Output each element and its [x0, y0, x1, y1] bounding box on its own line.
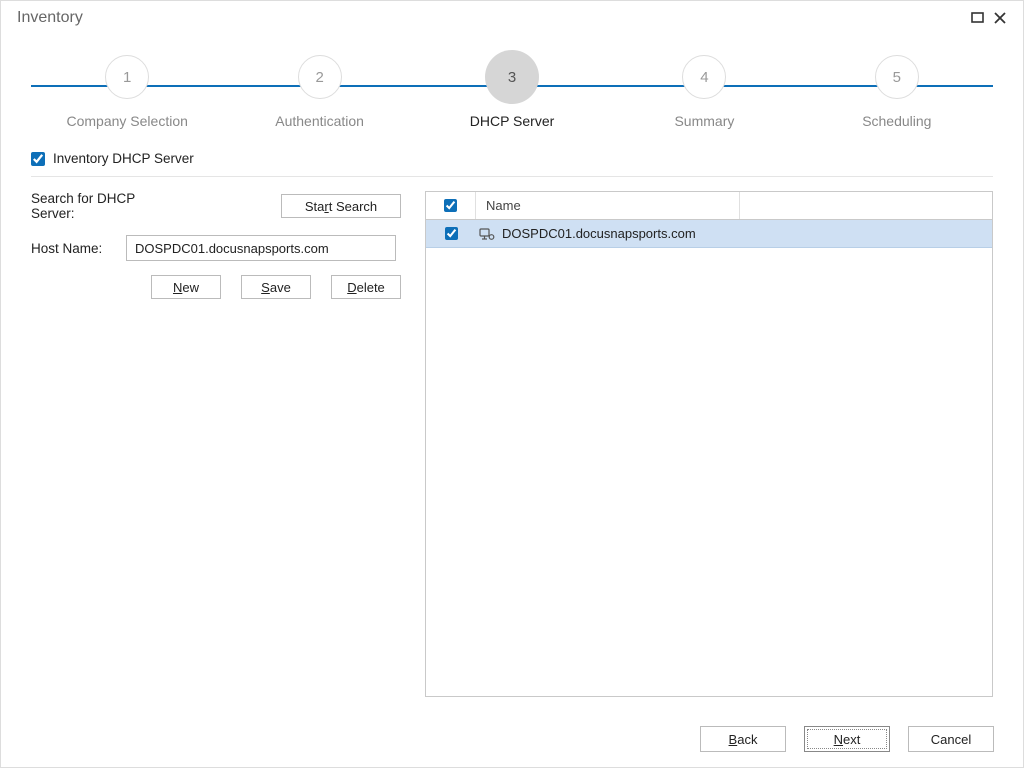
row-name: DOSPDC01.docusnapsports.com	[498, 226, 992, 241]
footer-buttons: Back Next Cancel	[700, 726, 994, 752]
table-header: Name	[426, 192, 992, 220]
hostname-input[interactable]	[126, 235, 396, 261]
step-label: Company Selection	[67, 113, 188, 129]
step-label: Authentication	[275, 113, 364, 129]
step-label: DHCP Server	[470, 113, 555, 129]
table-row[interactable]: DOSPDC01.docusnapsports.com	[426, 220, 992, 248]
step-number: 5	[875, 55, 919, 99]
header-spacer	[740, 192, 993, 219]
delete-button[interactable]: Delete	[331, 275, 401, 299]
title-bar: Inventory	[1, 1, 1023, 35]
left-panel: Search for DHCP Server: Start Search Hos…	[31, 191, 401, 697]
hostname-label: Host Name:	[31, 241, 126, 256]
inventory-checkbox-row: Inventory DHCP Server	[31, 151, 993, 177]
start-search-button[interactable]: Start Search	[281, 194, 401, 218]
next-button[interactable]: Next	[804, 726, 890, 752]
row-checkbox[interactable]	[445, 227, 458, 240]
header-name-column[interactable]: Name	[476, 192, 740, 219]
new-button[interactable]: New	[151, 275, 221, 299]
step-number: 1	[105, 55, 149, 99]
window-title: Inventory	[17, 9, 967, 27]
step-summary[interactable]: 4 Summary	[608, 55, 800, 129]
step-company-selection[interactable]: 1 Company Selection	[31, 55, 223, 129]
step-dhcp-server[interactable]: 3 DHCP Server	[416, 55, 608, 129]
header-check-column[interactable]	[426, 192, 476, 219]
save-button[interactable]: Save	[241, 275, 311, 299]
server-icon	[476, 226, 498, 242]
step-label: Scheduling	[862, 113, 931, 129]
step-authentication[interactable]: 2 Authentication	[223, 55, 415, 129]
server-table: Name DOSPDC01.docusnapsports.com	[425, 191, 993, 697]
back-button[interactable]: Back	[700, 726, 786, 752]
maximize-icon[interactable]	[967, 7, 989, 29]
step-number: 2	[298, 55, 342, 99]
step-label: Summary	[674, 113, 734, 129]
wizard-steps: 1 Company Selection 2 Authentication 3 D…	[1, 35, 1023, 145]
step-scheduling[interactable]: 5 Scheduling	[801, 55, 993, 129]
step-number: 3	[485, 50, 539, 104]
close-icon[interactable]	[989, 7, 1011, 29]
cancel-button[interactable]: Cancel	[908, 726, 994, 752]
step-number: 4	[682, 55, 726, 99]
select-all-checkbox[interactable]	[444, 199, 457, 212]
search-label: Search for DHCP Server:	[31, 191, 181, 221]
inventory-dhcp-label: Inventory DHCP Server	[53, 151, 194, 166]
inventory-dhcp-checkbox[interactable]	[31, 152, 45, 166]
header-name-label: Name	[486, 198, 521, 213]
